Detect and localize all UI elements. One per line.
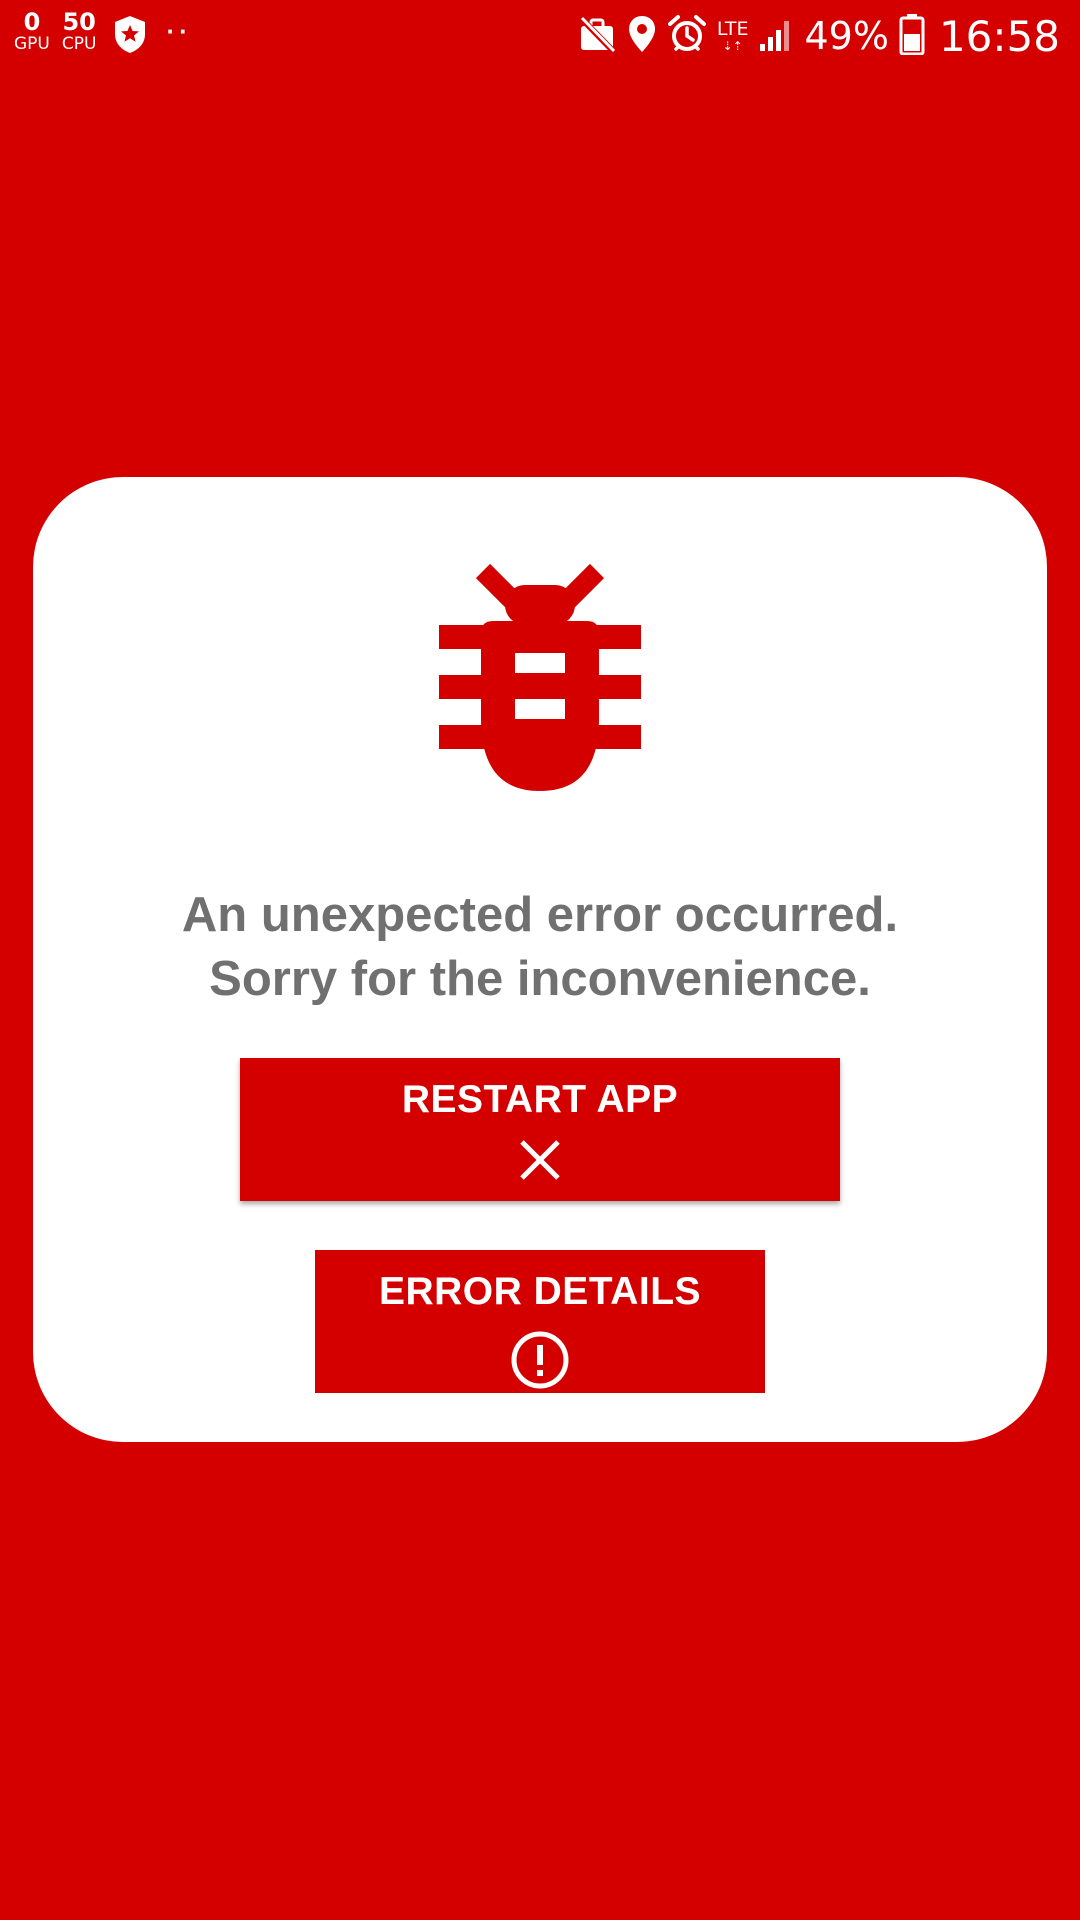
bug-icon [439,563,641,791]
cpu-value: 50 [62,8,96,36]
restart-app-button[interactable]: RESTART APP [240,1058,840,1201]
error-details-button[interactable]: ERROR DETAILS [315,1250,765,1393]
status-bar: 0 GPU 50 CPU ·· LTE ⇣⇡ 49% 16:58 [0,0,1080,72]
network-type-label: LTE [716,18,749,40]
cpu-label: CPU [61,34,97,54]
status-bar-left: 0 GPU 50 CPU ·· [14,10,192,59]
network-type-indicator: LTE ⇣⇡ [716,18,749,53]
work-off-icon [577,14,617,59]
restart-app-label: RESTART APP [401,1078,679,1121]
error-card: An unexpected error occurred. Sorry for … [33,477,1047,1442]
battery-percent: 49% [804,14,889,58]
location-icon [627,14,657,59]
shield-star-icon [112,14,148,59]
more-notifications-dots: ·· [166,16,192,46]
gpu-value: 0 [23,8,41,36]
gpu-label: GPU [14,34,50,54]
alert-circle-icon [510,1330,570,1395]
status-clock: 16:58 [938,11,1060,61]
error-message: An unexpected error occurred. Sorry for … [33,883,1047,1011]
error-message-line-1: An unexpected error occurred. [181,888,899,942]
status-bar-right: LTE ⇣⇡ 49% 16:58 [567,10,1060,62]
network-activity-arrows: ⇣⇡ [722,39,743,53]
error-details-label: ERROR DETAILS [378,1270,702,1313]
signal-icon [758,16,794,57]
close-icon [518,1138,562,1187]
alarm-icon [667,14,707,59]
gpu-meter: 0 GPU [14,10,50,53]
cpu-meter: 50 CPU [62,10,97,53]
battery-icon [899,13,925,60]
error-message-line-2: Sorry for the inconvenience. [209,952,871,1006]
